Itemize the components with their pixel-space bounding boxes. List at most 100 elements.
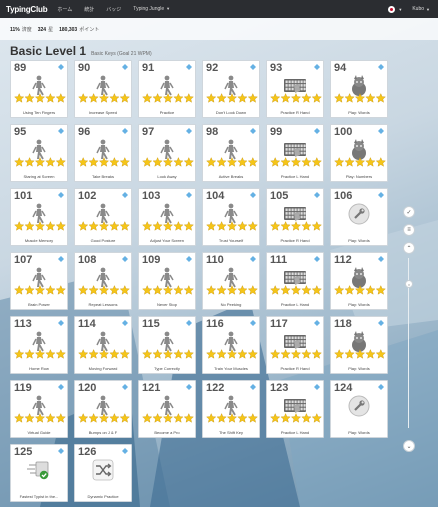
star-icon: [334, 349, 345, 359]
lesson-card[interactable]: 120 Bumps on J & F: [74, 380, 132, 438]
badge-icon: [314, 128, 320, 134]
lesson-card[interactable]: 89 Using Ten Fingers: [10, 60, 68, 118]
list-icon[interactable]: ≡: [403, 224, 415, 236]
badge-icon: [58, 64, 64, 70]
lesson-card[interactable]: 123 Practice L Hand: [266, 380, 324, 438]
star-icon: [206, 349, 217, 359]
nav-badges[interactable]: バッジ: [106, 6, 121, 13]
badge-icon: [186, 128, 192, 134]
lesson-card[interactable]: 117 Practice R Hand: [266, 316, 324, 374]
chevron-down-icon[interactable]: ⌄: [403, 440, 415, 452]
nav-typing-jungle[interactable]: Typing Jungle ▼: [133, 6, 170, 12]
star-icon: [375, 93, 386, 103]
lesson-card[interactable]: 94 Play: Words: [330, 60, 388, 118]
lesson-title: Play: Numbers: [345, 174, 373, 179]
nav-stats[interactable]: 統計: [84, 6, 94, 13]
lesson-card[interactable]: 118 Play: Words: [330, 316, 388, 374]
lesson-card[interactable]: 109 Never Stop: [138, 252, 196, 310]
lesson-card[interactable]: 119 Virtual Guide: [10, 380, 68, 438]
star-icon: [247, 285, 258, 295]
speed-icon: [27, 459, 51, 481]
star-icon: [206, 93, 217, 103]
lesson-title: Increase Speed: [88, 110, 118, 115]
stat-progress: 11% 済度: [10, 26, 32, 33]
star-icon: [88, 157, 99, 167]
lesson-card[interactable]: 122 The Shift Key: [202, 380, 260, 438]
star-icon: [109, 157, 120, 167]
lesson-card[interactable]: 116 Train Your Muscles: [202, 316, 260, 374]
lesson-card[interactable]: 102 Good Posture: [74, 188, 132, 246]
lesson-card[interactable]: 107 Brain Power: [10, 252, 68, 310]
star-rating: [14, 413, 66, 423]
star-icon: [270, 413, 281, 423]
user-name[interactable]: Kubo: [412, 6, 424, 12]
lesson-card[interactable]: 114 Moving Forward: [74, 316, 132, 374]
lesson-card[interactable]: 91 Practice: [138, 60, 196, 118]
lesson-card[interactable]: 95 Staring at Screen: [10, 124, 68, 182]
lesson-number: 114: [78, 318, 96, 330]
star-icon: [247, 221, 258, 231]
brand-logo[interactable]: TypingClub: [6, 5, 48, 14]
badge-icon: [58, 256, 64, 262]
lesson-card[interactable]: 108 Repeat Lessons: [74, 252, 132, 310]
star-icon: [280, 349, 291, 359]
star-icon: [290, 349, 302, 359]
star-icon: [290, 93, 302, 103]
lesson-card[interactable]: 97 Look Away: [138, 124, 196, 182]
lesson-card[interactable]: 96 Take Breaks: [74, 124, 132, 182]
lesson-card[interactable]: 113 Home Row: [10, 316, 68, 374]
star-icon: [55, 221, 66, 231]
lesson-card[interactable]: 111 Practice L Hand: [266, 252, 324, 310]
lesson-card[interactable]: 98 Active Breaks: [202, 124, 260, 182]
chevron-up-icon[interactable]: ⌃: [403, 242, 415, 254]
lesson-title: Practice L Hand: [280, 302, 310, 307]
lesson-number: 96: [78, 126, 91, 138]
lesson-number: 119: [14, 382, 32, 394]
lesson-card[interactable]: 90 Increase Speed: [74, 60, 132, 118]
star-icon: [173, 93, 184, 103]
lesson-card[interactable]: 103 Adjust Your Screen: [138, 188, 196, 246]
star-icon: [162, 93, 174, 103]
lesson-card[interactable]: 112 Play: Words: [330, 252, 388, 310]
star-icon: [365, 349, 376, 359]
star-rating: [78, 285, 130, 295]
lesson-card[interactable]: 115 Type Correctly: [138, 316, 196, 374]
lesson-card[interactable]: 101 Muscle Memory: [10, 188, 68, 246]
star-icon: [365, 285, 376, 295]
lesson-card[interactable]: 110 No Peeking: [202, 252, 260, 310]
lesson-card[interactable]: 106 Play: Words: [330, 188, 388, 246]
star-icon: [152, 285, 163, 295]
language-flag-icon[interactable]: [388, 5, 396, 13]
lesson-number: 113: [14, 318, 32, 330]
star-rating: [334, 285, 386, 295]
lesson-card[interactable]: 125 Fastest Typist in the...: [10, 444, 68, 502]
lesson-card[interactable]: 93 Practice R Hand: [266, 60, 324, 118]
star-icon: [237, 349, 248, 359]
star-icon: [173, 157, 184, 167]
badge-icon: [378, 64, 384, 70]
lesson-card[interactable]: 105 Practice R Hand: [266, 188, 324, 246]
stat-points-value: 180,303: [59, 26, 78, 33]
lesson-card[interactable]: 92 Don't Look Down: [202, 60, 260, 118]
star-icon: [237, 285, 248, 295]
lesson-card[interactable]: 100 Play: Numbers: [330, 124, 388, 182]
user-menu[interactable]: ▼ Kubo ▼: [388, 5, 430, 13]
lesson-card[interactable]: 99 Practice L Hand: [266, 124, 324, 182]
lesson-card[interactable]: 126 Dynamic Practice: [74, 444, 132, 502]
scroll-dot-icon[interactable]: ○: [405, 280, 413, 288]
star-icon: [334, 285, 345, 295]
lesson-card[interactable]: 121 Become a Pro: [138, 380, 196, 438]
check-circle-icon[interactable]: ✓: [403, 206, 415, 218]
nav-home[interactable]: ホーム: [57, 6, 72, 13]
lesson-card[interactable]: 124 Play: Words: [330, 380, 388, 438]
star-icon: [45, 349, 56, 359]
star-icon: [98, 93, 110, 103]
star-icon: [280, 221, 291, 231]
star-rating: [78, 349, 130, 359]
star-icon: [24, 349, 35, 359]
badge-icon: [378, 192, 384, 198]
lesson-card[interactable]: 104 Trust Yourself: [202, 188, 260, 246]
lesson-title: Practice R Hand: [280, 366, 310, 371]
star-icon: [119, 93, 130, 103]
star-icon: [152, 93, 163, 103]
